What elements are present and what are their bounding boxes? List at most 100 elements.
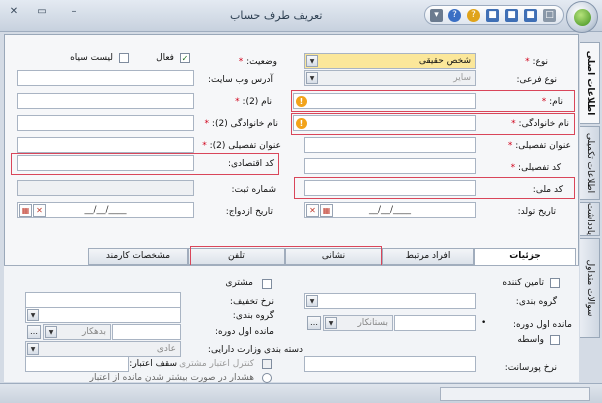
- last-name2-input[interactable]: [17, 115, 194, 131]
- type-select[interactable]: ▼ شخص حقیقی: [304, 53, 476, 69]
- tab-label: اطلاعات تکمیلی: [584, 132, 595, 194]
- chevron-down-icon: ▼: [27, 343, 39, 355]
- tab-details[interactable]: جزئیات: [474, 248, 576, 266]
- opening-amount[interactable]: •: [394, 315, 486, 331]
- website-label: آدرس وب سایت:: [207, 75, 273, 85]
- discount-input[interactable]: [25, 292, 181, 308]
- tab-related-people[interactable]: افراد مرتبط: [382, 248, 474, 265]
- detail-title-input[interactable]: [304, 137, 476, 153]
- birth-date-value: __/__/____: [368, 205, 412, 215]
- open-icon[interactable]: ■: [524, 9, 537, 22]
- last-name-input[interactable]: !: [293, 115, 476, 131]
- detail-title2-input[interactable]: [17, 137, 194, 153]
- calendar-icon[interactable]: ▦: [19, 204, 32, 217]
- dropdown-icon[interactable]: ▾: [430, 9, 443, 22]
- blacklist-label: لیست سیاه: [70, 53, 113, 63]
- status-field: [440, 387, 590, 401]
- group2-select[interactable]: ▼: [25, 307, 181, 323]
- more-button[interactable]: …: [27, 325, 41, 339]
- name2-label: نام (2): *: [235, 97, 272, 107]
- tab-label: سوالات متداول: [584, 259, 595, 317]
- discount-label: نرخ تخفیف:: [229, 297, 274, 307]
- tab-notes[interactable]: یادداشت: [580, 202, 600, 236]
- marriage-date-label: تاریخ ازدواج:: [225, 207, 273, 217]
- credit-control-label: کنترل اعتبار مشتری: [179, 359, 254, 369]
- birth-date-label: تاریخ تولد:: [517, 207, 556, 217]
- tab-faq[interactable]: سوالات متداول: [580, 238, 600, 338]
- minimize-icon[interactable]: –: [66, 6, 82, 17]
- tab-main-info[interactable]: اطلاعات اصلی: [580, 42, 600, 124]
- active-label: فعال: [156, 53, 174, 63]
- clear-icon[interactable]: ✕: [306, 204, 319, 217]
- chevron-down-icon: ▼: [306, 55, 318, 67]
- tab-label: افراد مرتبط: [405, 251, 451, 261]
- tab-employee[interactable]: مشخصات کارمند: [88, 248, 188, 265]
- chevron-down-icon: ▼: [27, 309, 39, 321]
- title-bar: ✕ ▭ – تعریف طرف حساب ▾ ? ? ■ ■ ■ □: [0, 0, 602, 33]
- save-all-icon[interactable]: ■: [505, 9, 518, 22]
- detail-title2-label: عنوان تفصیلی (2): *: [202, 141, 281, 151]
- active-checkbox[interactable]: ✓: [180, 53, 190, 63]
- first-name-input[interactable]: !: [293, 93, 476, 109]
- help-blue-icon[interactable]: ?: [448, 9, 461, 22]
- warning-icon: !: [296, 96, 307, 107]
- registration-label: شماره ثبت:: [231, 185, 277, 195]
- chevron-down-icon: ▼: [45, 326, 57, 338]
- opening2-type-value: بدهکار: [81, 327, 106, 337]
- more-button[interactable]: …: [307, 316, 321, 330]
- chevron-down-icon: ▼: [325, 317, 337, 329]
- detail-code-label: کد تفصیلی: *: [510, 163, 561, 173]
- opening-label: مانده اول دوره:: [512, 320, 572, 330]
- subtype-value: سایر: [453, 73, 471, 83]
- credit-cap-label: سقف اعتبار:: [129, 359, 177, 369]
- supplier-checkbox[interactable]: [550, 278, 560, 288]
- credit-control-checkbox[interactable]: [262, 359, 272, 369]
- app-menu-orb[interactable]: [566, 1, 598, 33]
- new-icon[interactable]: □: [543, 9, 556, 22]
- tab-label: جزئیات: [509, 251, 541, 261]
- opening-type-value: بستانکار: [357, 318, 388, 328]
- tab-extra-info[interactable]: اطلاعات تکمیلی: [580, 126, 600, 200]
- subtype-label: نوع فرعی:: [516, 75, 557, 85]
- help-gold-icon[interactable]: ?: [467, 9, 480, 22]
- customer-checkbox[interactable]: [262, 279, 272, 289]
- subtype-select[interactable]: ▼ سایر: [304, 70, 476, 86]
- commission-input[interactable]: [304, 356, 476, 372]
- status-label: وضعیت: *: [238, 57, 277, 67]
- finance-category-label: دسته بندی وزارت دارایی:: [207, 345, 303, 355]
- broker-checkbox[interactable]: [550, 335, 560, 345]
- supplier-label: تامین کننده: [502, 278, 544, 288]
- commission-label: نرخ پورسانت:: [504, 363, 557, 373]
- window-title: تعریف طرف حساب: [230, 9, 323, 22]
- group-select[interactable]: ▼: [304, 293, 476, 309]
- warning-icon: !: [296, 118, 307, 129]
- national-code-label: کد ملی:: [532, 185, 563, 195]
- credit-cap-input[interactable]: [25, 356, 129, 372]
- tab-label: مشخصات کارمند: [105, 251, 171, 261]
- website-input[interactable]: [17, 70, 194, 86]
- last-name-label: نام خانوادگی: *: [511, 119, 569, 129]
- opening2-type-select[interactable]: ▼ بدهکار: [43, 324, 111, 340]
- detail-title-label: عنوان تفصیلی: *: [507, 141, 571, 151]
- type-label: نوع: *: [525, 57, 548, 67]
- quick-access-toolbar: ▾ ? ? ■ ■ ■ □: [424, 5, 564, 25]
- opening2-amount[interactable]: [112, 324, 181, 340]
- maximize-icon[interactable]: ▭: [34, 6, 50, 17]
- national-code-input[interactable]: [304, 180, 476, 196]
- tab-label: اطلاعات اصلی: [584, 50, 595, 116]
- marriage-date-value: __/__/____: [84, 205, 127, 215]
- calendar-icon[interactable]: ▦: [320, 204, 333, 217]
- last-name2-label: نام خانوادگی (2): *: [204, 119, 278, 129]
- detail-code-input[interactable]: [304, 158, 476, 174]
- registration-input[interactable]: [17, 180, 194, 196]
- name2-input[interactable]: [17, 93, 194, 109]
- economic-code-input[interactable]: [17, 155, 194, 171]
- save-icon[interactable]: ■: [486, 9, 499, 22]
- clear-icon[interactable]: ✕: [33, 204, 46, 217]
- blacklist-checkbox[interactable]: [119, 53, 129, 63]
- close-icon[interactable]: ✕: [6, 6, 22, 17]
- tab-label: یادداشت: [584, 202, 595, 236]
- opening-type-select[interactable]: ▼ بستانکار: [323, 315, 393, 331]
- finance-category-select[interactable]: ▼ عادی: [25, 341, 181, 357]
- credit-warning-radio[interactable]: [262, 373, 272, 383]
